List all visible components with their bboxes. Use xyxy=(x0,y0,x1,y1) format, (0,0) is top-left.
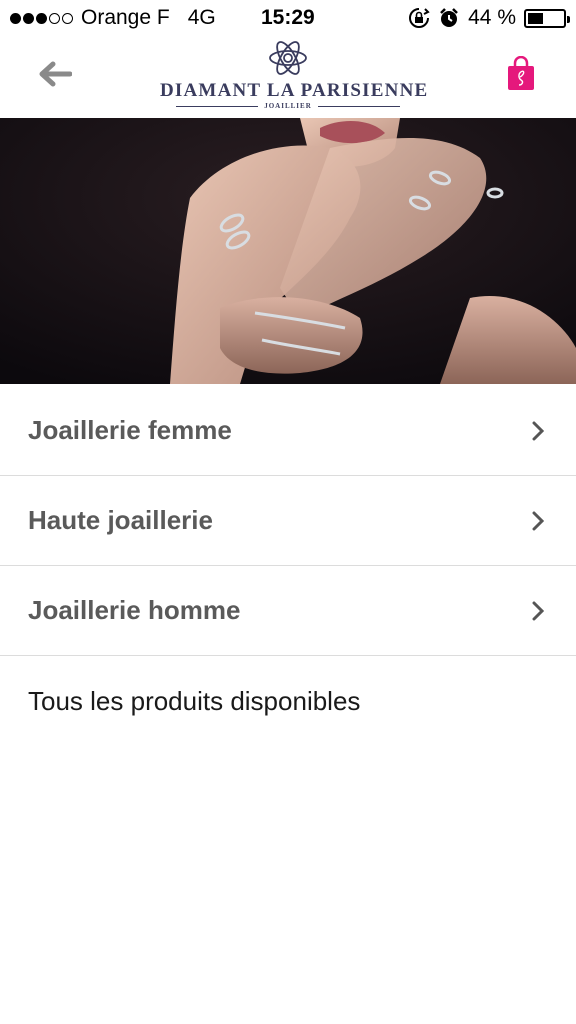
app-header: DIAMANT LA PARISIENNE JOAILLIER xyxy=(0,38,576,118)
status-bar: Orange F 4G 15:29 44 % xyxy=(0,0,576,38)
status-right: 44 % xyxy=(408,6,570,30)
battery-icon xyxy=(524,8,570,28)
menu-item-tous-les-produits[interactable]: Tous les produits disponibles xyxy=(0,656,576,746)
shopping-bag-icon xyxy=(508,55,534,90)
menu-item-joaillerie-homme[interactable]: Joaillerie homme xyxy=(0,566,576,656)
alarm-icon xyxy=(440,8,459,27)
menu-item-joaillerie-femme[interactable]: Joaillerie femme xyxy=(0,386,576,476)
menu-item-haute-joaillerie[interactable]: Haute joaillerie xyxy=(0,476,576,566)
menu-item-label: Haute joaillerie xyxy=(28,505,213,535)
carrier-name: Orange F xyxy=(81,6,170,29)
back-button[interactable] xyxy=(30,52,80,96)
category-menu: Joaillerie femme Haute joaillerie Joaill… xyxy=(0,386,576,746)
status-left: Orange F 4G xyxy=(10,6,216,30)
brand-emblem-icon xyxy=(269,41,307,75)
brand-tagline: JOAILLIER xyxy=(264,102,312,110)
menu-item-label: Tous les produits disponibles xyxy=(28,685,361,716)
chevron-right-icon xyxy=(532,601,544,620)
chevron-right-icon xyxy=(532,511,544,530)
arrow-left-icon xyxy=(39,61,72,87)
brand-logo: DIAMANT LA PARISIENNE JOAILLIER xyxy=(160,38,429,114)
rotation-lock-icon xyxy=(409,8,430,28)
cart-button[interactable] xyxy=(506,55,536,92)
signal-strength-icon xyxy=(10,12,73,24)
chevron-right-icon xyxy=(532,421,544,440)
status-time: 15:29 xyxy=(261,6,315,29)
network-type: 4G xyxy=(187,6,216,29)
menu-item-label: Joaillerie homme xyxy=(28,595,241,625)
hero-banner-image xyxy=(0,118,576,384)
menu-item-label: Joaillerie femme xyxy=(28,415,232,445)
brand-tagline-row: JOAILLIER xyxy=(160,102,416,110)
hero-photo xyxy=(0,118,576,384)
brand-name: DIAMANT LA PARISIENNE xyxy=(160,80,429,101)
battery-percent: 44 % xyxy=(468,6,516,29)
